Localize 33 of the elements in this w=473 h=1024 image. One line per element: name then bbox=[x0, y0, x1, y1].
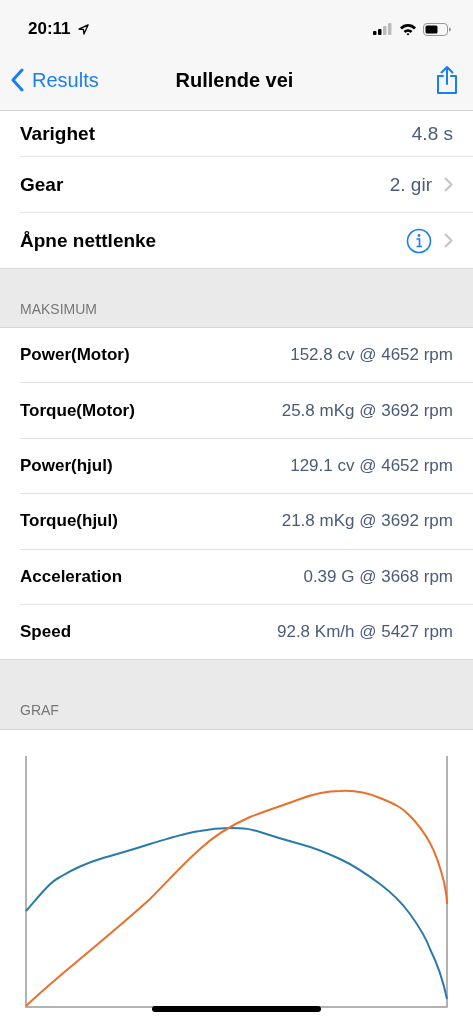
share-icon bbox=[435, 65, 459, 95]
chevron-right-icon bbox=[444, 233, 453, 248]
back-button[interactable]: Results bbox=[10, 68, 99, 92]
row-label: Power(Motor) bbox=[20, 345, 130, 366]
status-time: 20:11 bbox=[28, 19, 71, 39]
row-value: 129.1 cv @ 4652 rpm bbox=[290, 455, 453, 476]
nav-title: Rullende vei bbox=[175, 68, 294, 92]
row-label: Torque(hjul) bbox=[20, 511, 118, 532]
row-label: Acceleration bbox=[20, 566, 123, 587]
section-header: MAKSIMUM bbox=[20, 301, 97, 317]
row-value: 4.8 s bbox=[411, 122, 453, 145]
location-arrow-icon bbox=[77, 23, 89, 35]
share-button[interactable] bbox=[435, 65, 459, 95]
row-value: 25.8 mKg @ 3692 rpm bbox=[281, 400, 453, 421]
row-label: Gear bbox=[20, 173, 64, 196]
row-value: 152.8 cv @ 4652 rpm bbox=[290, 345, 453, 366]
signal-icon bbox=[373, 23, 393, 35]
row-label: Åpne nettlenke bbox=[20, 229, 157, 252]
section-header: GRAF bbox=[20, 702, 59, 719]
row-value: 92.8 Km/h @ 5427 rpm bbox=[277, 622, 453, 643]
info-icon[interactable] bbox=[406, 227, 432, 254]
row-value: 2. gir bbox=[389, 173, 432, 196]
row-label: Varighet bbox=[20, 122, 95, 145]
chevron-left-icon bbox=[10, 68, 24, 92]
row-label: Speed bbox=[20, 622, 72, 643]
wifi-icon bbox=[399, 22, 417, 36]
list-row[interactable]: Gear 2. gir bbox=[20, 156, 473, 212]
battery-icon bbox=[423, 22, 451, 36]
chevron-right-icon bbox=[444, 177, 453, 192]
row-value: 21.8 mKg @ 3692 rpm bbox=[281, 511, 453, 532]
row-label: Power(hjul) bbox=[20, 455, 113, 476]
row-value: 0.39 G @ 3668 rpm bbox=[303, 566, 453, 587]
row-label: Torque(Motor) bbox=[20, 400, 135, 421]
